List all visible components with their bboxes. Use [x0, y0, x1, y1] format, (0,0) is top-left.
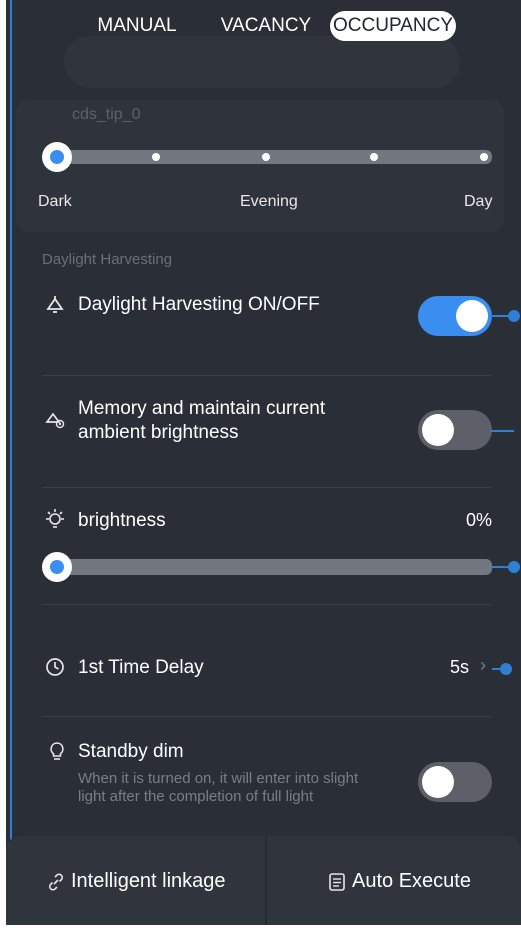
- brightness-label: brightness: [78, 510, 166, 531]
- tick-label-day: Day: [464, 193, 493, 210]
- tick-label-evening: Evening: [240, 193, 298, 210]
- tab-vacancy[interactable]: VACANCY: [216, 11, 316, 41]
- brightness-value: 0%: [466, 510, 493, 530]
- brightness-slider-track[interactable]: [48, 559, 492, 575]
- document-icon: [328, 872, 350, 894]
- chevron-right-icon[interactable]: ›: [480, 655, 486, 676]
- auto-execute-button[interactable]: Auto Execute: [352, 870, 471, 893]
- light-level-slider-track[interactable]: [48, 150, 492, 164]
- tab-manual[interactable]: MANUAL: [92, 11, 182, 41]
- daylight-onoff-toggle[interactable]: [418, 296, 492, 336]
- connector-dot: [500, 663, 512, 675]
- toggle-knob: [456, 300, 488, 332]
- clock-icon: [44, 656, 66, 678]
- mode-segmented-control: [64, 36, 460, 88]
- connector-dot: [508, 310, 520, 322]
- connector-line: [490, 430, 514, 432]
- bottom-divider: [265, 836, 267, 925]
- time-delay-label[interactable]: 1st Time Delay: [78, 656, 204, 680]
- memory-toggle[interactable]: [418, 410, 492, 450]
- left-edge-line: [10, 0, 12, 925]
- divider: [42, 716, 492, 717]
- intelligent-linkage-button[interactable]: Intelligent linkage: [71, 870, 226, 893]
- time-delay-value[interactable]: 5s: [450, 657, 469, 678]
- light-level-step[interactable]: [152, 153, 160, 161]
- standby-dim-label: Standby dim: [78, 741, 184, 762]
- light-level-step[interactable]: [370, 153, 378, 161]
- bulb-outline-icon: [46, 740, 68, 762]
- lamp-icon: [44, 294, 66, 316]
- thumb-center: [50, 560, 64, 574]
- connector-dot: [508, 561, 520, 573]
- toggle-knob: [422, 766, 454, 798]
- divider: [42, 375, 492, 376]
- bulb-rays-icon: [44, 508, 66, 530]
- tab-occupancy[interactable]: OCCUPANCY: [330, 11, 456, 41]
- thumb-center: [50, 150, 64, 164]
- light-level-step[interactable]: [262, 153, 270, 161]
- section-title: Daylight Harvesting: [42, 251, 173, 268]
- divider: [42, 487, 492, 488]
- tick-label-dark: Dark: [38, 193, 72, 210]
- cds-tip: cds_tip_0: [72, 106, 141, 123]
- brightness-slider-thumb[interactable]: [42, 552, 72, 582]
- standby-dim-toggle[interactable]: [418, 762, 492, 802]
- memory-label-line1: Memory and maintain current: [78, 398, 326, 419]
- lamp-eye-icon: [44, 408, 66, 430]
- toggle-knob: [422, 414, 454, 446]
- daylight-onoff-label: Daylight Harvesting ON/OFF: [78, 294, 320, 315]
- standby-dim-description: When it is turned on, it will enter into…: [78, 770, 359, 805]
- memory-label-line2: ambient brightness: [78, 422, 239, 443]
- link-icon: [46, 872, 68, 894]
- light-level-slider-thumb[interactable]: [42, 142, 72, 172]
- light-level-step[interactable]: [480, 153, 488, 161]
- divider: [42, 604, 492, 605]
